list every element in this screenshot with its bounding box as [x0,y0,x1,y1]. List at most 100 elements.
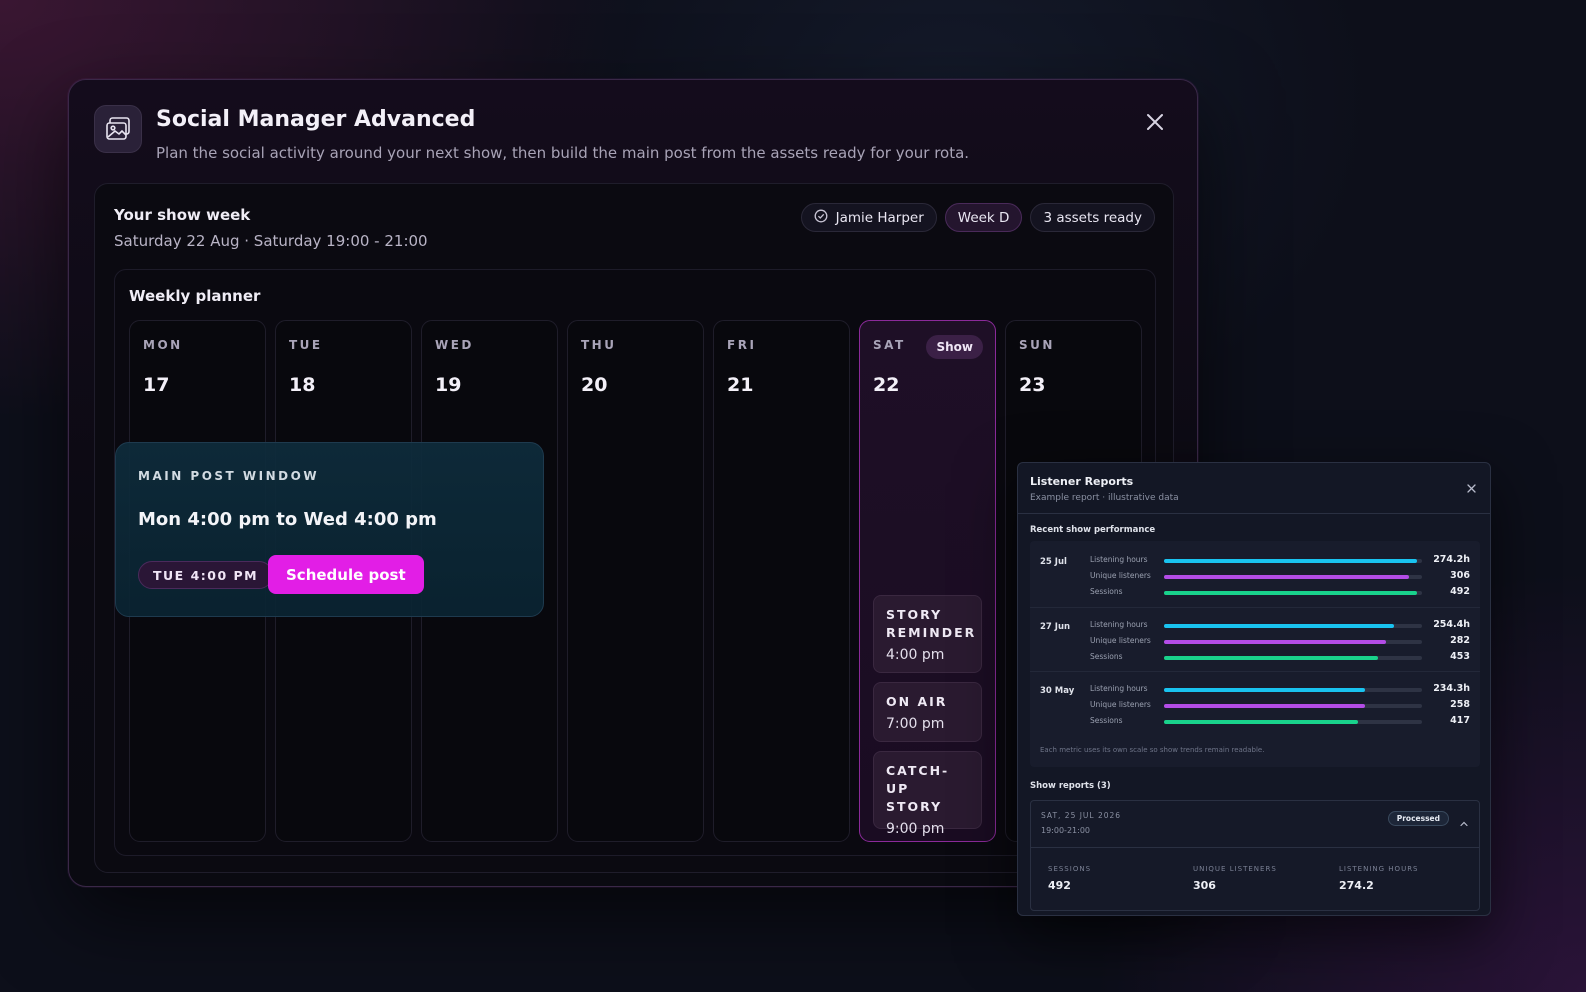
metric-fill [1164,559,1417,563]
app-subtitle: Plan the social activity around your nex… [156,144,970,162]
day-number: 20 [581,374,608,396]
metric-fill [1164,656,1379,660]
metric-fill [1164,575,1410,579]
week-date: Saturday 22 Aug · Saturday 19:00 - 21:00 [114,232,428,250]
post-time-chip[interactable]: TUE 4:00 PM [138,561,274,589]
metric-row: Sessions 453 [1090,650,1470,666]
day-number: 23 [1019,374,1046,396]
show-reports-heading: Show reports (3) [1030,781,1111,791]
metric-track [1164,624,1422,628]
metric-track [1164,688,1422,692]
stat-value: 306 [1193,879,1216,892]
metric-row: Unique listeners 306 [1090,569,1470,585]
close-icon[interactable] [1143,110,1167,134]
app-title: Social Manager Advanced [156,107,476,132]
day-column-thu[interactable]: THU 20 [567,320,704,842]
day-column-sat[interactable]: SAT Show 22 STORY REMINDER 4:00 pm ON AI… [859,320,996,842]
day-name: FRI [727,338,757,352]
metric-fill [1164,720,1358,724]
metric-value: 254.4h [1433,619,1470,630]
metric-row: Sessions 417 [1090,714,1470,730]
week-chips: Jamie Harper Week D 3 assets ready [800,203,1155,232]
metric-label: Sessions [1090,587,1123,596]
metric-value: 453 [1450,651,1470,662]
stat-unique-listeners: UNIQUE LISTENERS 306 [1193,865,1277,892]
perf-date: 27 Jun [1040,622,1071,632]
event-time: 9:00 pm [886,821,945,837]
metric-label: Listening hours [1090,684,1148,693]
metric-label: Sessions [1090,652,1123,661]
presenter-name: Jamie Harper [835,209,924,226]
day-number: 22 [873,374,900,396]
metric-label: Sessions [1090,716,1123,725]
metric-track [1164,591,1422,595]
event-time: 4:00 pm [886,647,945,663]
main-post-window[interactable]: MAIN POST WINDOW Mon 4:00 pm to Wed 4:00… [115,442,544,617]
close-icon[interactable] [1464,481,1478,495]
day-name: SUN [1019,338,1055,352]
metric-fill [1164,640,1386,644]
metric-value: 274.2h [1433,554,1470,565]
metric-track [1164,559,1422,563]
metric-fill [1164,591,1417,595]
metric-value: 282 [1450,635,1470,646]
stat-label: SESSIONS [1048,865,1092,873]
stat-sessions: SESSIONS 492 [1048,865,1091,892]
performance-box: 25 Jul Listening hours 274.2h Unique lis… [1030,541,1480,767]
metric-row: Sessions 492 [1090,585,1470,601]
metric-label: Unique listeners [1090,636,1151,645]
show-report-date: SAT, 25 JUL 2026 [1041,811,1122,820]
schedule-post-button[interactable]: Schedule post [268,555,424,594]
perf-group: 25 Jul Listening hours 274.2h Unique lis… [1030,543,1480,605]
listener-reports-panel: Listener Reports Example report · illust… [1017,462,1491,916]
event-on-air[interactable]: ON AIR 7:00 pm [873,682,982,742]
stat-value: 492 [1048,879,1071,892]
post-window-range: Mon 4:00 pm to Wed 4:00 pm [138,509,437,530]
metric-row: Listening hours 254.4h [1090,618,1470,634]
stat-value: 274.2 [1339,879,1374,892]
event-time: 7:00 pm [886,716,945,732]
metric-row: Listening hours 274.2h [1090,553,1470,569]
day-number: 21 [727,374,754,396]
day-column-fri[interactable]: FRI 21 [713,320,850,842]
day-name: WED [435,338,474,352]
metric-value: 234.3h [1433,683,1470,694]
metric-row: Unique listeners 282 [1090,634,1470,650]
metric-label: Listening hours [1090,620,1148,629]
day-number: 17 [143,374,170,396]
show-badge: Show [926,335,983,359]
stat-label: UNIQUE LISTENERS [1193,865,1277,873]
planner-title: Weekly planner [129,287,261,305]
metric-track [1164,575,1422,579]
day-name: THU [581,338,617,352]
metric-fill [1164,704,1366,708]
event-catch-up-story[interactable]: CATCH-UP STORY 9:00 pm [873,751,982,837]
week-heading: Your show week [114,206,251,224]
metric-track [1164,640,1422,644]
metric-fill [1164,624,1394,628]
weekly-planner: Weekly planner MON 17 TUE 18 WED 19 THU … [114,269,1156,856]
day-number: 19 [435,374,462,396]
assets-chip: 3 assets ready [1030,203,1155,232]
report-subtitle: Example report · illustrative data [1030,493,1179,503]
day-name: SAT [873,338,906,352]
event-title: STORY REMINDER [886,607,977,640]
metric-value: 306 [1450,570,1470,581]
metric-value: 258 [1450,699,1470,710]
perf-date: 30 May [1040,686,1075,696]
show-report-card[interactable]: SAT, 25 JUL 2026 19:00-21:00 Processed S… [1030,800,1480,911]
perf-note: Each metric uses its own scale so show t… [1040,746,1265,754]
event-title: CATCH-UP STORY [886,763,950,814]
chevron-up-icon[interactable] [1459,814,1469,827]
divider [1031,847,1479,848]
event-story-reminder[interactable]: STORY REMINDER 4:00 pm [873,595,982,673]
day-name: MON [143,338,183,352]
divider [1018,513,1490,514]
perf-group: 30 May Listening hours 234.3h Unique lis… [1030,671,1480,733]
metric-value: 417 [1450,715,1470,726]
report-title: Listener Reports [1030,475,1134,488]
perf-group: 27 Jun Listening hours 254.4h Unique lis… [1030,607,1480,669]
show-report-time: 19:00-21:00 [1041,826,1090,835]
week-chip: Week D [944,203,1023,232]
stat-listening-hours: LISTENING HOURS 274.2 [1339,865,1419,892]
